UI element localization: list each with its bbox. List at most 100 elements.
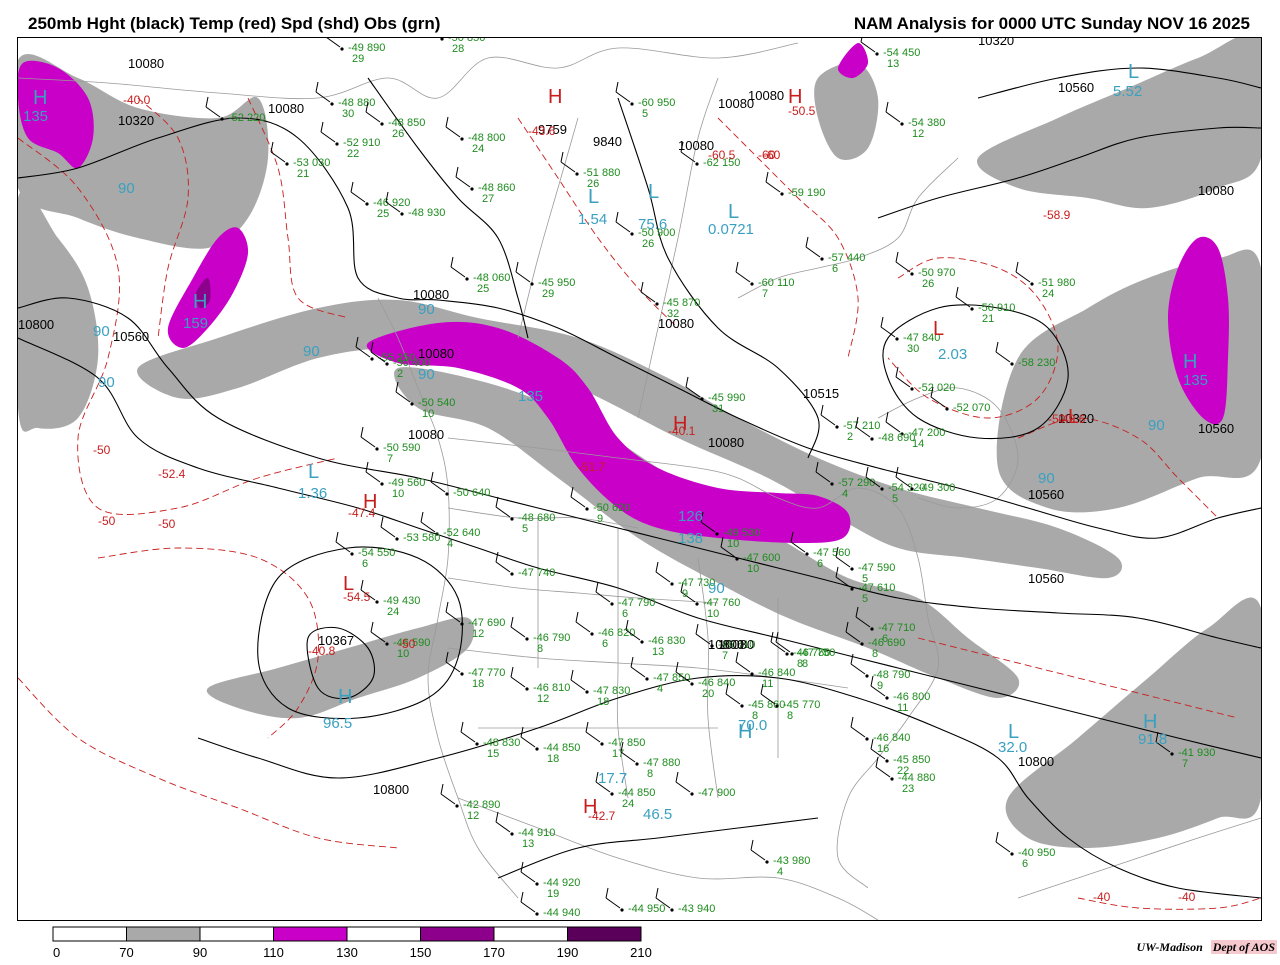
wind-barb bbox=[995, 351, 1011, 363]
height-label: 10320 bbox=[978, 38, 1014, 48]
obs-dewpoint: 31 bbox=[712, 403, 724, 415]
station-dot bbox=[460, 137, 464, 141]
station-dot bbox=[1010, 362, 1014, 366]
wind-barb-flag bbox=[895, 466, 899, 478]
temperature-label: -40.8 bbox=[308, 644, 336, 658]
wind-barb bbox=[885, 421, 901, 433]
wind-barb bbox=[445, 126, 461, 138]
obs-dewpoint: 21 bbox=[982, 313, 994, 325]
station-dot bbox=[780, 192, 784, 196]
pressure-center: H bbox=[548, 86, 562, 108]
station-dot bbox=[865, 674, 869, 678]
temperature-label: -60.5 bbox=[708, 148, 736, 162]
station-dot bbox=[910, 387, 914, 391]
border-line bbox=[517, 117, 579, 339]
wind-barb bbox=[895, 376, 911, 388]
wind-barb bbox=[315, 91, 331, 103]
speed-label: 135 bbox=[23, 108, 48, 125]
wind-barb-flag bbox=[520, 726, 524, 738]
wind-barb-flag bbox=[520, 861, 524, 873]
map-frame: -49 890 29 -50 850 28 -52 220 -48 880 30 -48 85… bbox=[10, 16, 1268, 921]
station-dot bbox=[850, 567, 854, 571]
wind-barb bbox=[205, 106, 221, 118]
station-dot bbox=[525, 637, 529, 641]
station-dot bbox=[460, 672, 464, 676]
wind-barb bbox=[750, 849, 766, 861]
wind-barb-flag bbox=[675, 661, 679, 673]
wind-barb-flag bbox=[445, 116, 449, 128]
legend-tick: 70 bbox=[119, 945, 133, 960]
wind-barb-flag bbox=[875, 756, 879, 768]
speed-label: 91.8 bbox=[1138, 731, 1167, 748]
obs-dewpoint: 29 bbox=[352, 53, 364, 65]
wind-barb-flag bbox=[895, 366, 899, 378]
wind-barb-flag bbox=[685, 376, 689, 388]
station-dot bbox=[645, 677, 649, 681]
pressure-center: L bbox=[588, 186, 599, 208]
wind-barb-flag bbox=[455, 166, 459, 178]
wind-barb-flag bbox=[995, 341, 999, 353]
height-label: 10080 bbox=[408, 427, 444, 442]
obs-dewpoint: 29 bbox=[542, 288, 554, 300]
speed-label: 90 bbox=[418, 366, 435, 383]
obs-dewpoint: 4 bbox=[657, 683, 663, 695]
obs-dewpoint: 10 bbox=[422, 408, 434, 420]
obs-temp-height: -50 640 bbox=[453, 487, 490, 499]
station-dot bbox=[895, 337, 899, 341]
wind-barb-flag bbox=[360, 579, 364, 591]
temperature-label: -40 bbox=[1093, 890, 1111, 904]
station-dot bbox=[880, 487, 884, 491]
obs-dewpoint: 4 bbox=[447, 538, 453, 550]
station-dot bbox=[670, 908, 674, 912]
obs-dewpoint: 16 bbox=[877, 743, 889, 755]
obs-temp-height: -52 020 bbox=[918, 382, 955, 394]
obs-temp-height: -44 940 bbox=[543, 907, 580, 919]
wind-barb bbox=[335, 541, 351, 553]
legend-bin bbox=[199, 926, 274, 942]
obs-dewpoint: 11 bbox=[762, 678, 773, 690]
wind-barb bbox=[885, 111, 901, 123]
wind-barb-flag bbox=[570, 669, 574, 681]
wind-barb-flag bbox=[595, 581, 599, 593]
wind-barb-flag bbox=[360, 426, 364, 438]
obs-dewpoint: 10 bbox=[747, 563, 759, 575]
station-dot bbox=[860, 642, 864, 646]
wind-barb bbox=[615, 91, 631, 103]
station-dot bbox=[610, 792, 614, 796]
wind-barb bbox=[515, 271, 531, 283]
legend-tick: 110 bbox=[263, 945, 284, 960]
speed-label: 90 bbox=[1148, 417, 1165, 434]
station-dot bbox=[535, 912, 539, 916]
wind-barb-flag bbox=[495, 811, 499, 823]
legend-bin bbox=[493, 926, 568, 942]
wind-barb bbox=[460, 731, 476, 743]
station-dot bbox=[350, 552, 354, 556]
pressure-center: L bbox=[728, 201, 739, 223]
wind-barb bbox=[320, 131, 336, 143]
pressure-center: L bbox=[1068, 406, 1079, 428]
wind-barb bbox=[455, 176, 471, 188]
station-dot bbox=[585, 507, 589, 511]
station-dot bbox=[620, 908, 624, 912]
obs-dewpoint: 5 bbox=[642, 108, 648, 120]
station-dot bbox=[370, 357, 374, 361]
pressure-center: H bbox=[363, 491, 377, 513]
obs-temp-height: -47 900 bbox=[698, 787, 735, 799]
station-dot bbox=[870, 437, 874, 441]
station-dot bbox=[1170, 752, 1174, 756]
obs-dewpoint: 17 bbox=[612, 748, 624, 760]
station-dot bbox=[530, 282, 534, 286]
station-dot bbox=[1030, 282, 1034, 286]
station-dot bbox=[385, 362, 389, 366]
station-dot bbox=[630, 102, 634, 106]
station-dot bbox=[470, 187, 474, 191]
credit-dept: Dept of AOS bbox=[1210, 940, 1277, 954]
speed-label: 90 bbox=[118, 180, 135, 197]
speed-label: 17.7 bbox=[598, 770, 627, 787]
station-dot bbox=[830, 482, 834, 486]
height-label: 10560 bbox=[1058, 80, 1094, 95]
station-dot bbox=[535, 882, 539, 886]
obs-dewpoint: 30 bbox=[342, 108, 354, 120]
station-dot bbox=[885, 696, 889, 700]
wind-barb bbox=[735, 661, 751, 673]
